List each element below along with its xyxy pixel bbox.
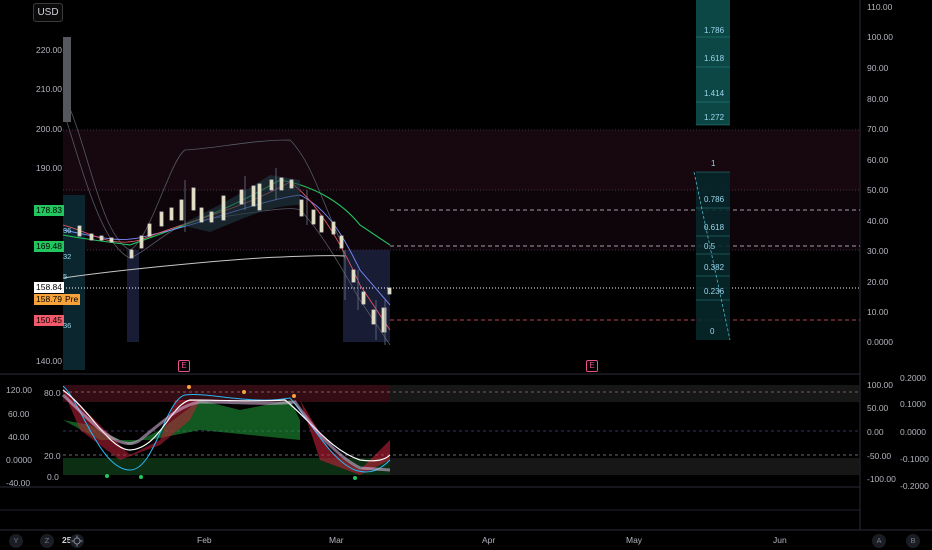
fib-level-label: 0.786 xyxy=(704,195,725,204)
right-axis-label: 100.00 xyxy=(867,32,893,42)
gear-icon[interactable] xyxy=(70,534,84,548)
left-axis-label: 210.00 xyxy=(36,84,62,94)
fib-level-label: 1.618 xyxy=(704,54,725,63)
right-axis-label: 90.00 xyxy=(867,63,889,73)
right-axis-label: 40.00 xyxy=(867,216,889,226)
right-axis-label: 20.00 xyxy=(867,277,889,287)
fib-level-label: 1.272 xyxy=(704,113,725,122)
right-axis-label: 10.00 xyxy=(867,307,889,317)
right-axis-label: 70.00 xyxy=(867,124,889,134)
year-scale-button[interactable]: Y xyxy=(9,534,23,548)
auto-scale-button[interactable]: A xyxy=(872,534,886,548)
left-axis-label: 220.00 xyxy=(36,45,62,55)
osc-right-axis2-label: 0.0000 xyxy=(900,427,926,437)
right-axis-label: 50.00 xyxy=(867,185,889,195)
price-tag: 158.84 xyxy=(34,282,64,293)
fib-level-label: 1 xyxy=(711,159,716,168)
osc-right-axis2-label: -0.1000 xyxy=(900,454,929,464)
fib-level-label: 0.236 xyxy=(704,287,725,296)
fib-level-label: 1.414 xyxy=(704,89,725,98)
fib-level-label: 0.382 xyxy=(704,263,725,272)
right-axis-label: 30.00 xyxy=(867,246,889,256)
stray-label: 5 xyxy=(63,272,68,281)
price-tag: 158.79 xyxy=(34,294,64,305)
time-axis-label: Mar xyxy=(329,535,344,545)
price-tag: 150.45 xyxy=(34,315,64,326)
time-axis-label: May xyxy=(626,535,643,545)
zone-upper xyxy=(63,130,860,190)
fib-level-label: 0.618 xyxy=(704,223,725,232)
osc-left-axis-label: 40.00 xyxy=(8,432,30,442)
fib-level-label: 1.786 xyxy=(704,26,725,35)
price-tag: 169.48 xyxy=(34,241,64,252)
zoom-button[interactable]: Z xyxy=(40,534,54,548)
osc-right-axis-label: 50.00 xyxy=(867,403,889,413)
right-axis-label: 60.00 xyxy=(867,155,889,165)
left-axis-label: 140.00 xyxy=(36,356,62,366)
osc-right-axis2-label: -0.2000 xyxy=(900,481,929,491)
right-axis-label: 80.00 xyxy=(867,94,889,104)
left-axis-label: 190.00 xyxy=(36,163,62,173)
time-axis-label: Jun xyxy=(773,535,787,545)
osc-left-axis-label: 80.0 xyxy=(44,388,61,398)
earnings-marker[interactable]: E xyxy=(178,360,190,372)
stray-label: 36 xyxy=(63,321,72,330)
pre-market-tag: Pre xyxy=(63,294,81,305)
osc-left-axis-label: -40.00 xyxy=(6,478,31,488)
osc-right-axis2-label: 0.1000 xyxy=(900,399,926,409)
time-axis-label: Feb xyxy=(197,535,212,545)
right-axis-label: 110.00 xyxy=(867,2,893,12)
chart-canvas[interactable] xyxy=(0,0,932,550)
osc-right-axis-label: 100.00 xyxy=(867,380,893,390)
osc-right-axis-label: 0.00 xyxy=(867,427,884,437)
price-tag: 178.83 xyxy=(34,205,64,216)
left-axis-label: 200.00 xyxy=(36,124,62,134)
osc-right-axis-label: -100.00 xyxy=(867,474,896,484)
stray-label: 32 xyxy=(63,252,72,261)
stray-label: 36 xyxy=(63,226,72,235)
osc-left-axis-label: 60.00 xyxy=(8,409,30,419)
osc-right-axis2-label: 0.2000 xyxy=(900,373,926,383)
b-button[interactable]: B xyxy=(906,534,920,548)
osc-right-axis-label: -50.00 xyxy=(867,451,892,461)
osc-left-axis-label: 0.0000 xyxy=(6,455,32,465)
osc-left-axis-label: 0.0 xyxy=(47,472,59,482)
fib-level-label: 0 xyxy=(710,327,715,336)
earnings-marker[interactable]: E xyxy=(586,360,598,372)
fib-level-label: 0.5 xyxy=(704,242,716,251)
right-axis-label: 0.0000 xyxy=(867,337,893,347)
currency-button[interactable]: USD xyxy=(33,3,63,22)
time-axis-label: Apr xyxy=(482,535,496,545)
osc-left-axis-label: 120.00 xyxy=(6,385,32,395)
osc-left-axis-label: 20.0 xyxy=(44,451,61,461)
